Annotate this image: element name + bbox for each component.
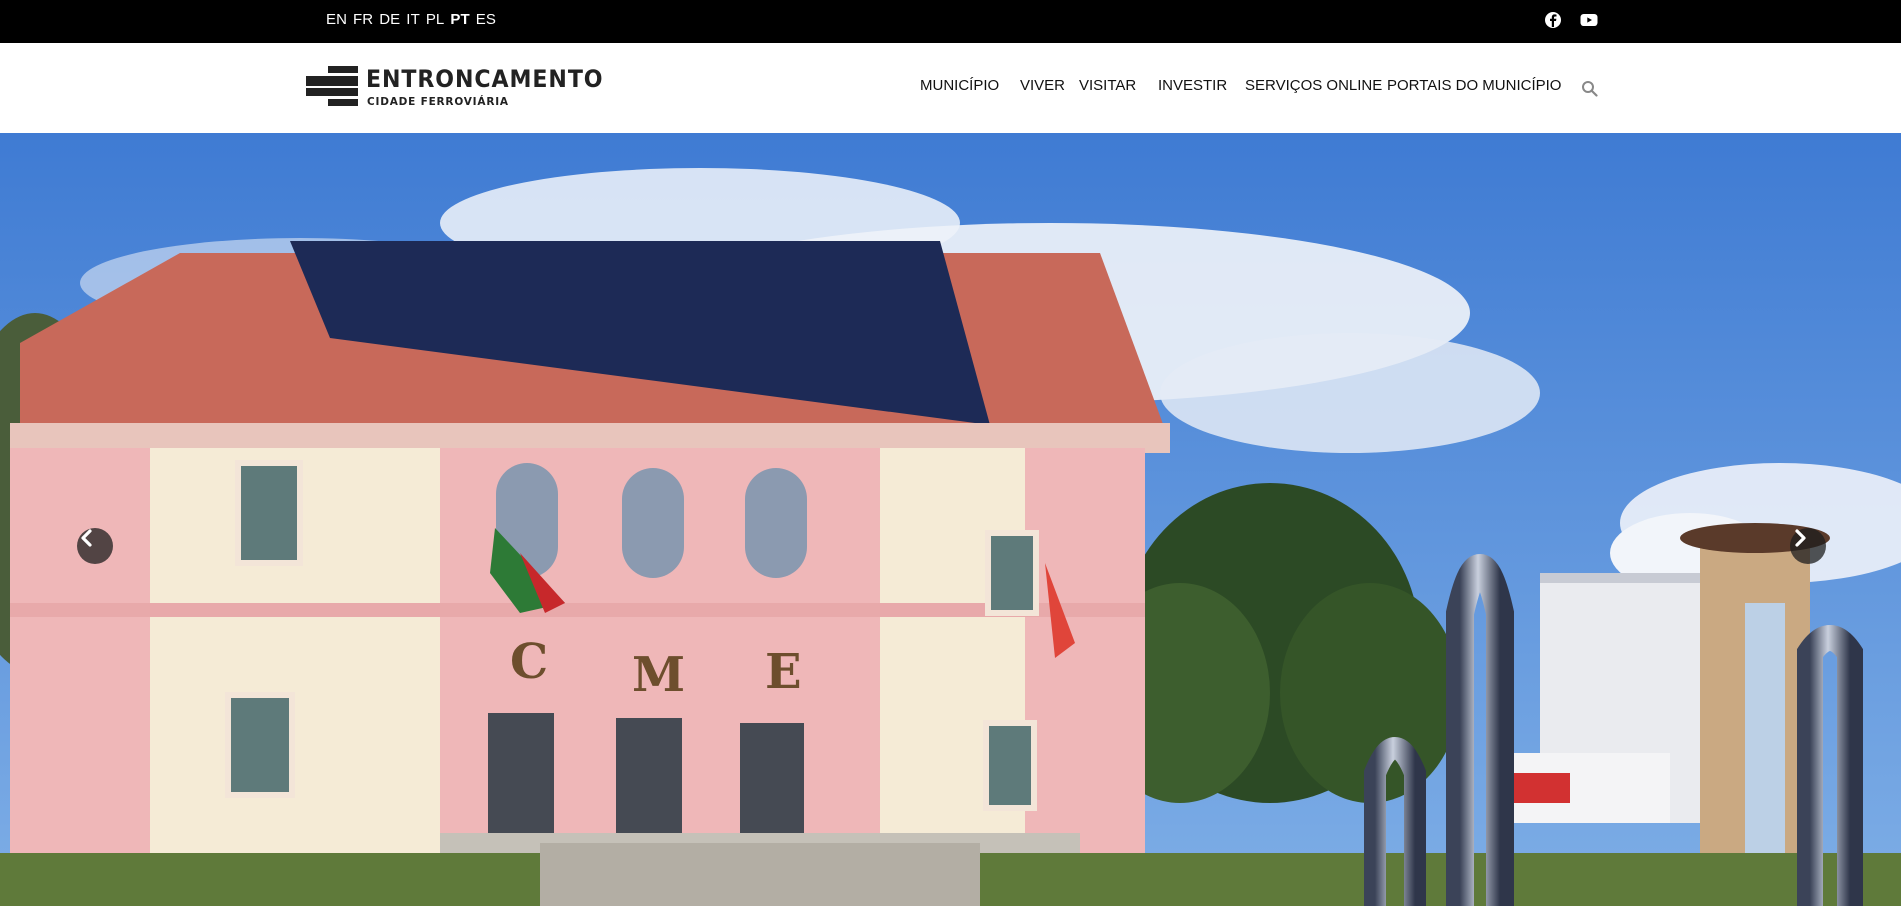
search-icon[interactable] (1581, 80, 1598, 97)
site-header: ENTRONCAMENTO CIDADE FERROVIÁRIA MUNICÍP… (0, 43, 1901, 133)
main-nav: MUNICÍPIO VIVER VISITAR INVESTIR SERVIÇO… (0, 77, 1901, 99)
slider-next-button[interactable] (1790, 528, 1826, 564)
hero-slider: C M E (0, 133, 1901, 906)
nav-viver[interactable]: VIVER (1020, 77, 1065, 94)
nav-investir[interactable]: INVESTIR (1158, 77, 1227, 94)
slider-prev-button[interactable] (77, 528, 113, 564)
nav-visitar[interactable]: VISITAR (1079, 77, 1136, 94)
chevron-right-icon (1795, 529, 1806, 547)
top-bar: EN FR DE IT PL PT ES (0, 0, 1901, 43)
youtube-icon[interactable] (1579, 10, 1599, 30)
social-links (1543, 10, 1599, 30)
language-pt[interactable]: PT (450, 11, 469, 28)
facebook-icon[interactable] (1543, 10, 1563, 30)
hero-image: C M E (0, 133, 1901, 906)
language-fr[interactable]: FR (353, 11, 373, 28)
nav-portais-do-municipio[interactable]: PORTAIS DO MUNICÍPIO (1387, 77, 1561, 94)
language-it[interactable]: IT (406, 11, 420, 28)
facade-letter-c: C (510, 634, 548, 690)
nav-municipio[interactable]: MUNICÍPIO (920, 77, 999, 94)
language-en[interactable]: EN (326, 11, 347, 28)
language-switcher: EN FR DE IT PL PT ES (326, 11, 502, 28)
language-pl[interactable]: PL (426, 11, 445, 28)
facade-letter-e: E (765, 644, 802, 700)
language-de[interactable]: DE (379, 11, 400, 28)
facade-letter-m: M (632, 647, 685, 703)
nav-servicos-online[interactable]: SERVIÇOS ONLINE (1245, 77, 1382, 94)
language-es[interactable]: ES (476, 11, 496, 28)
chevron-left-icon (81, 529, 92, 547)
